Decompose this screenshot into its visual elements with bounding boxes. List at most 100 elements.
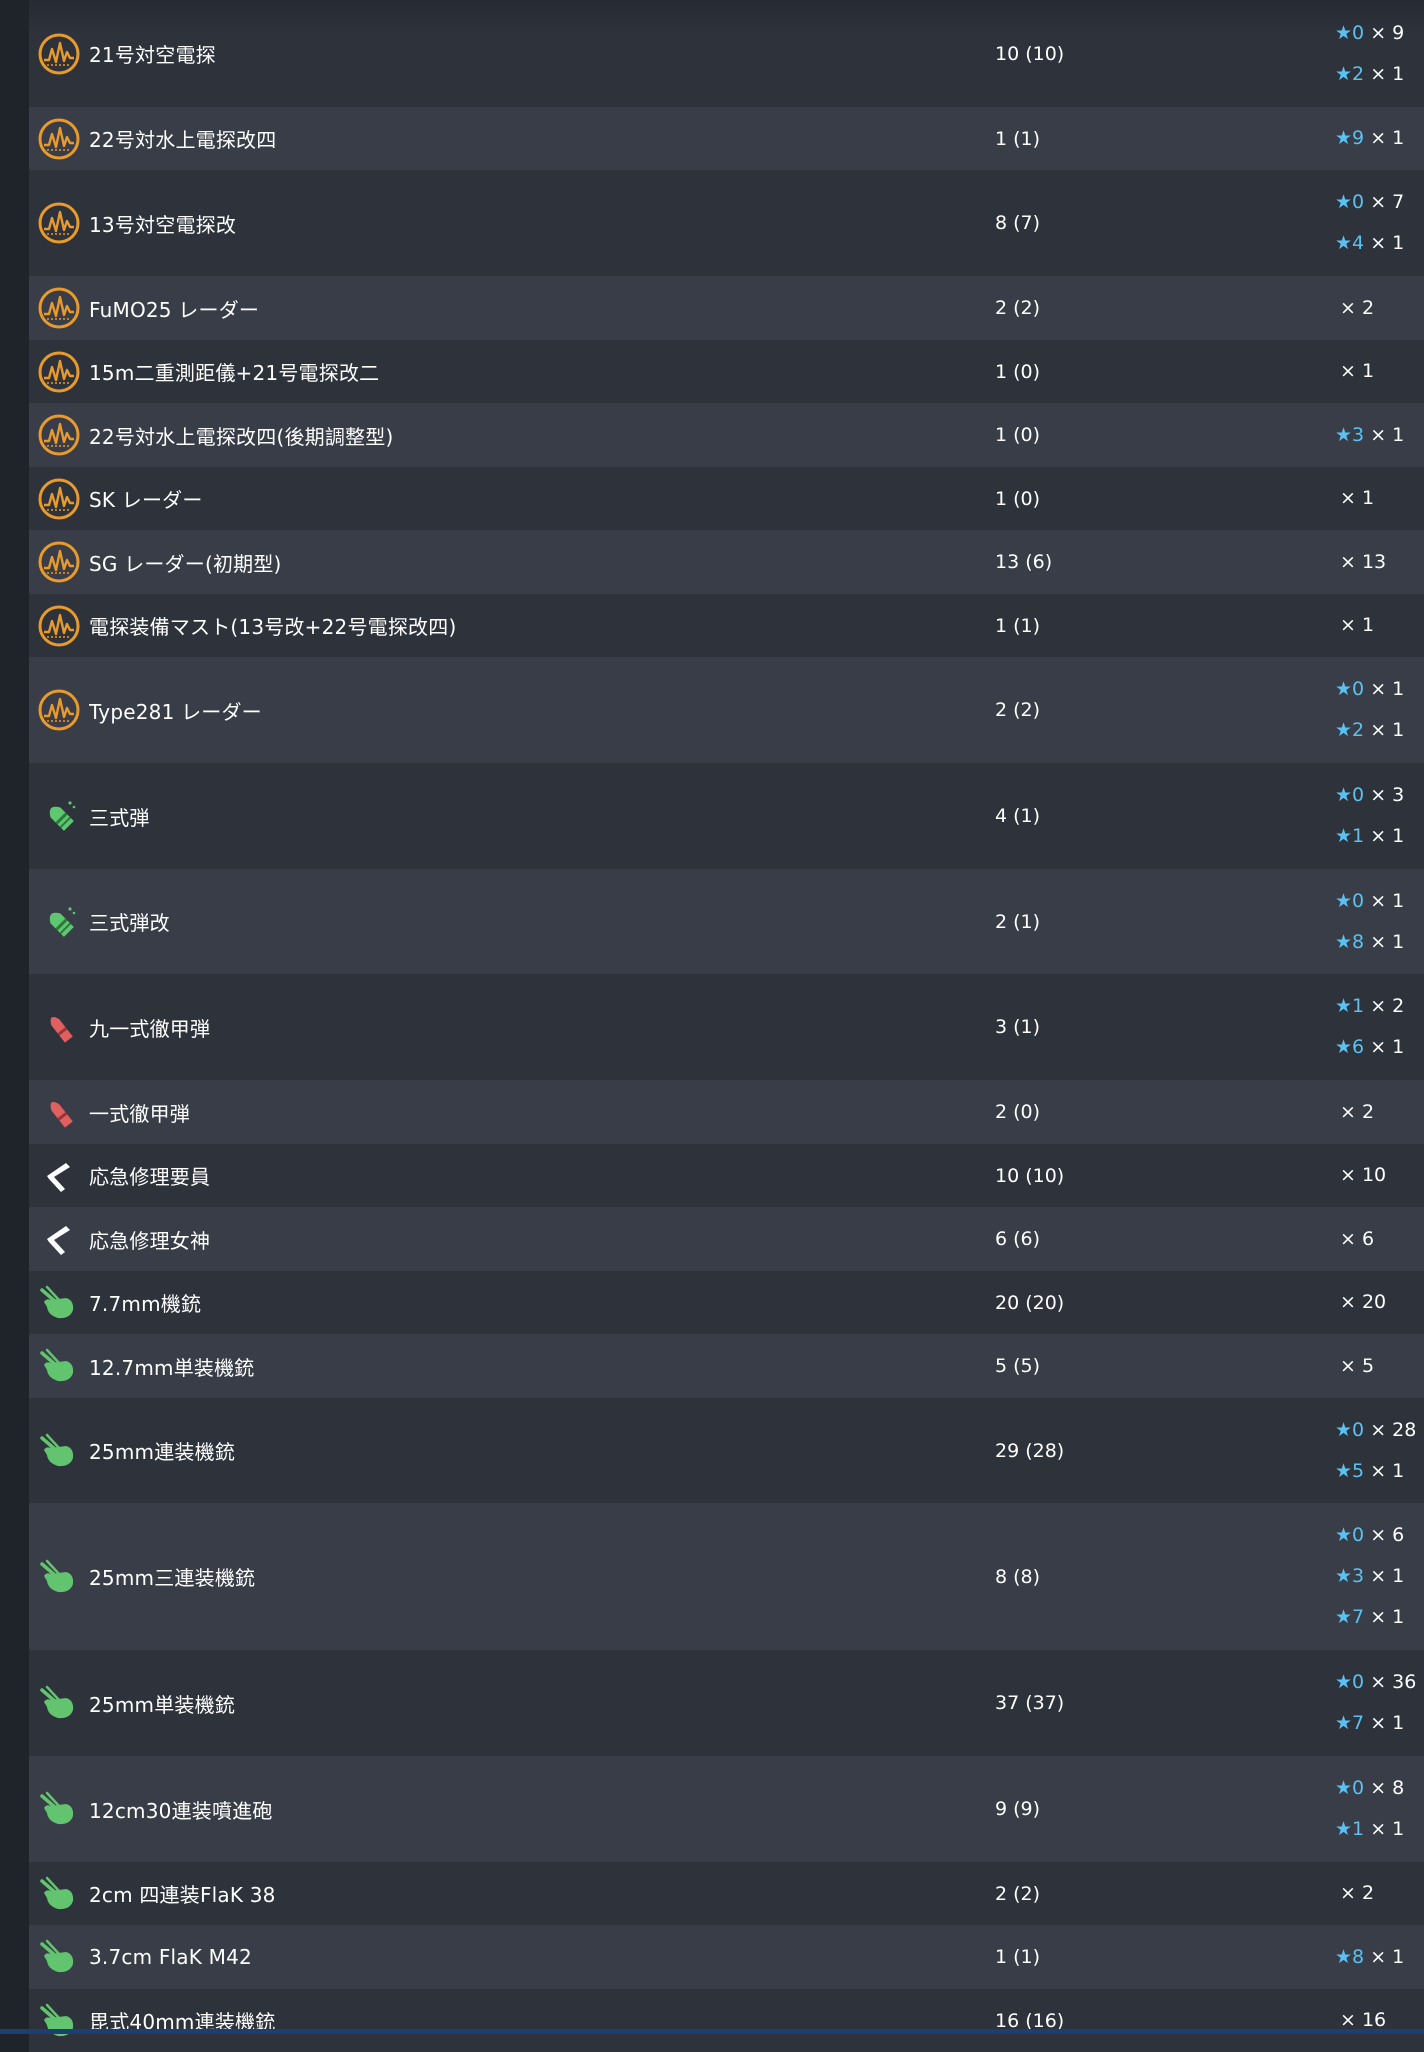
improvement-line: ★1 × 2 — [1335, 986, 1424, 1027]
improvement-level: 3 — [1352, 423, 1365, 446]
improvement-breakdown: ★0 × 7 ★4 × 1 — [1335, 182, 1424, 264]
equipment-row[interactable]: 12.7mm単装機銃 5 (5) × 5 — [29, 1334, 1424, 1398]
improvement-line: ★8 × 1 — [1335, 1937, 1424, 1978]
improvement-count: 1 — [1392, 930, 1405, 953]
star-icon: ★ — [1335, 423, 1353, 446]
improvement-line: ★2 × 1 — [1335, 54, 1424, 95]
improvement-line: × 10 — [1335, 1155, 1424, 1196]
times-sign: × — [1370, 889, 1387, 912]
equipment-row[interactable]: 7.7mm機銃 20 (20) × 20 — [29, 1271, 1424, 1334]
improvement-level: 9 — [1352, 127, 1365, 149]
improvement-line: ★1 × 1 — [1335, 1809, 1424, 1850]
improvement-level: 7 — [1352, 1606, 1365, 1628]
improvement-count: 1 — [1392, 889, 1405, 912]
improvement-count: 20 — [1361, 1291, 1387, 1313]
aa-gun-icon — [29, 1784, 89, 1834]
equipment-count: 2 (1) — [995, 910, 1041, 933]
star-icon: ★ — [1335, 995, 1353, 1017]
damage-control-icon — [29, 1214, 89, 1264]
star-icon: ★ — [1335, 1524, 1353, 1546]
equipment-row[interactable]: 応急修理女神 6 (6) × 6 — [29, 1207, 1424, 1271]
star-icon: ★ — [1335, 1459, 1353, 1482]
equipment-row[interactable]: FuMO25 レーダー 2 (2) × 2 — [29, 276, 1424, 340]
equipment-row[interactable]: 三式弾 4 (1) ★0 × 3 ★1 × 1 — [29, 763, 1424, 869]
improvement-line: ★0 × 36 — [1335, 1662, 1424, 1703]
equipment-row[interactable]: 25mm連装機銃 29 (28) ★0 × 28 ★5 × 1 — [29, 1398, 1424, 1503]
radar-icon — [29, 474, 89, 524]
equipment-row[interactable]: 毘式40mm連装機銃 16 (16) × 16 — [29, 1989, 1424, 2052]
equipment-row[interactable]: SK レーダー 1 (0) × 1 — [29, 467, 1424, 530]
improvement-count: 16 — [1361, 2009, 1387, 2031]
improvement-level: 5 — [1352, 1459, 1365, 1482]
improvement-count: 2 — [1361, 296, 1375, 319]
improvement-count: 1 — [1392, 423, 1405, 446]
improvement-breakdown: × 5 — [1335, 1346, 1424, 1387]
improvement-breakdown: ★3 × 1 — [1335, 415, 1424, 456]
times-sign: × — [1370, 930, 1387, 953]
radar-icon — [29, 29, 89, 79]
improvement-count: 2 — [1392, 995, 1405, 1017]
improvement-line: ★5 × 1 — [1335, 1451, 1424, 1492]
improvement-line: ★2 × 1 — [1335, 710, 1424, 751]
equipment-name: 応急修理要員 — [89, 1165, 211, 1189]
equipment-name: 22号対水上電探改四 — [89, 128, 277, 152]
bottom-bar — [0, 2029, 1424, 2034]
improvement-count: 8 — [1392, 1777, 1405, 1799]
improvement-line: × 1 — [1335, 605, 1424, 646]
equipment-row[interactable]: 一式徹甲弾 2 (0) × 2 — [29, 1080, 1424, 1144]
times-sign: × — [1370, 127, 1387, 149]
improvement-line: ★0 × 8 — [1335, 1768, 1424, 1809]
equipment-row[interactable]: Type281 レーダー 2 (2) ★0 × 1 ★2 × 1 — [29, 657, 1424, 763]
improvement-breakdown: × 6 — [1335, 1219, 1424, 1260]
equipment-count: 1 (1) — [995, 127, 1041, 150]
times-sign: × — [1370, 1565, 1387, 1587]
star-icon: ★ — [1335, 1565, 1353, 1587]
improvement-line: ★0 × 9 — [1335, 13, 1424, 54]
improvement-level: 8 — [1352, 930, 1365, 953]
improvement-count: 3 — [1392, 784, 1405, 806]
equipment-row[interactable]: 電探装備マスト(13号改+22号電探改四) 1 (1) × 1 — [29, 594, 1424, 657]
equipment-row[interactable]: 21号対空電探 10 (10) ★0 × 9 ★2 × 1 — [29, 0, 1424, 107]
improvement-count: 6 — [1392, 1524, 1405, 1546]
equipment-row[interactable]: 九一式徹甲弾 3 (1) ★1 × 2 ★6 × 1 — [29, 974, 1424, 1080]
star-icon: ★ — [1335, 232, 1353, 254]
improvement-level: 0 — [1352, 678, 1365, 700]
star-icon: ★ — [1335, 1945, 1353, 1968]
equipment-count: 4 (1) — [995, 805, 1041, 827]
improvement-count: 1 — [1392, 1818, 1405, 1840]
improvement-breakdown: ★0 × 3 ★1 × 1 — [1335, 775, 1424, 857]
equipment-row[interactable]: 3.7cm FlaK M42 1 (1) ★8 × 1 — [29, 1925, 1424, 1989]
improvement-line: ★0 × 6 — [1335, 1515, 1424, 1556]
equipment-row[interactable]: 12cm30連装噴進砲 9 (9) ★0 × 8 ★1 × 1 — [29, 1756, 1424, 1862]
equipment-count: 2 (2) — [995, 297, 1041, 319]
improvement-line: ★3 × 1 — [1335, 1556, 1424, 1597]
improvement-count: 1 — [1392, 232, 1405, 254]
equipment-name: 22号対水上電探改四(後期調整型) — [89, 424, 394, 449]
equipment-row[interactable]: 2cm 四連装FlaK 38 2 (2) × 2 — [29, 1862, 1424, 1925]
equipment-count: 13 (6) — [995, 551, 1053, 573]
improvement-breakdown: × 1 — [1335, 478, 1424, 519]
radar-icon — [29, 601, 89, 651]
improvement-count: 1 — [1392, 1459, 1405, 1482]
improvement-breakdown: ★0 × 28 ★5 × 1 — [1335, 1410, 1424, 1492]
ap-shell-icon — [29, 1002, 89, 1052]
equipment-row[interactable]: 22号対水上電探改四 1 (1) ★9 × 1 — [29, 107, 1424, 170]
aa-gun-icon — [29, 1869, 89, 1919]
equipment-row[interactable]: 25mm単装機銃 37 (37) ★0 × 36 ★7 × 1 — [29, 1650, 1424, 1756]
equipment-row[interactable]: 22号対水上電探改四(後期調整型) 1 (0) ★3 × 1 — [29, 403, 1424, 467]
equipment-row[interactable]: SG レーダー(初期型) 13 (6) × 13 — [29, 530, 1424, 594]
improvement-breakdown: ★9 × 1 — [1335, 118, 1424, 159]
equipment-row[interactable]: 応急修理要員 10 (10) × 10 — [29, 1144, 1424, 1207]
times-sign: × — [1370, 784, 1387, 806]
improvement-count: 1 — [1392, 1565, 1405, 1587]
equipment-name: SK レーダー — [89, 488, 203, 512]
equipment-row[interactable]: 13号対空電探改 8 (7) ★0 × 7 ★4 × 1 — [29, 170, 1424, 276]
equipment-row[interactable]: 15m二重測距儀+21号電探改二 1 (0) × 1 — [29, 340, 1424, 403]
star-icon: ★ — [1335, 719, 1353, 741]
equipment-row[interactable]: 三式弾改 2 (1) ★0 × 1 ★8 × 1 — [29, 869, 1424, 974]
equipment-name: 3.7cm FlaK M42 — [89, 1945, 252, 1969]
equipment-row[interactable]: 25mm三連装機銃 8 (8) ★0 × 6 ★3 × 1 ★7 × 1 — [29, 1503, 1424, 1650]
improvement-line: ★1 × 1 — [1335, 816, 1424, 857]
aa-gun-icon — [29, 1341, 89, 1391]
times-sign: × — [1370, 1459, 1387, 1482]
